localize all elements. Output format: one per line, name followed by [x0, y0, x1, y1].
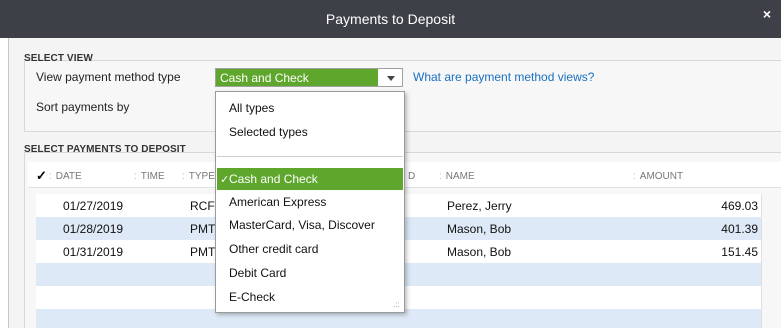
- row-amount: 469.03: [721, 199, 758, 213]
- row-date: 01/28/2019: [63, 222, 124, 236]
- dropdown-item-debit-card[interactable]: Debit Card: [217, 262, 403, 284]
- sort-payments-label: Sort payments by: [36, 100, 130, 114]
- window-title: Payments to Deposit: [325, 11, 456, 27]
- row-amount: 401.39: [721, 222, 758, 236]
- row-type: PMT: [190, 245, 216, 259]
- column-header-date[interactable]: : DATE: [49, 171, 82, 182]
- row-amount: 151.45: [721, 245, 758, 259]
- row-name: Mason, Bob: [447, 245, 512, 259]
- row-type: PMT: [190, 222, 216, 236]
- select-view-heading: SELECT VIEW: [24, 53, 93, 64]
- column-header-time[interactable]: : TIME: [134, 171, 165, 182]
- row-date: 01/31/2019: [63, 245, 124, 259]
- payment-method-dropdown: All types Selected types ✓Cash and Check…: [215, 91, 405, 313]
- column-header-name[interactable]: : NAME: [439, 171, 475, 182]
- column-header-type-label: TYPE: [188, 171, 215, 182]
- dropdown-item-cash-and-check[interactable]: ✓Cash and Check: [217, 168, 403, 190]
- dropdown-item-all-types[interactable]: All types: [217, 97, 403, 119]
- payment-method-value[interactable]: Cash and Check: [216, 69, 378, 86]
- column-separator: :: [134, 171, 137, 182]
- column-separator: :: [633, 171, 636, 182]
- column-header-time-label: TIME: [140, 171, 165, 182]
- row-date: 01/27/2019: [63, 199, 124, 213]
- check-icon: ✓: [220, 174, 230, 186]
- title-bar: Payments to Deposit ×: [0, 0, 781, 38]
- row-name: Mason, Bob: [447, 222, 512, 236]
- column-separator: :: [182, 171, 185, 182]
- dropdown-item-mastercard-visa-discover[interactable]: MasterCard, Visa, Discover: [217, 214, 403, 236]
- column-header-date-label: DATE: [55, 171, 82, 182]
- row-name: Perez, Jerry: [447, 199, 512, 213]
- select-all-check-icon[interactable]: ✓: [36, 168, 47, 184]
- dropdown-item-american-express[interactable]: American Express: [217, 191, 403, 213]
- column-header-type[interactable]: : TYPE: [182, 171, 215, 182]
- payment-method-combo[interactable]: Cash and Check: [215, 68, 403, 87]
- column-header-d[interactable]: D: [408, 171, 415, 182]
- payment-method-help-link[interactable]: What are payment method views?: [413, 70, 594, 84]
- select-payments-heading: SELECT PAYMENTS TO DEPOSIT: [24, 144, 186, 155]
- column-header-name-label: NAME: [445, 171, 475, 182]
- grid-right-edge: [761, 194, 781, 328]
- column-header-amount-label: AMOUNT: [639, 171, 684, 182]
- resize-grip-icon[interactable]: .::: [393, 301, 401, 309]
- column-separator: :: [49, 171, 52, 182]
- dropdown-divider: [217, 156, 403, 157]
- row-type: RCF: [190, 199, 215, 213]
- dropdown-item-other-credit-card[interactable]: Other credit card: [217, 238, 403, 260]
- dropdown-item-label: Cash and Check: [229, 172, 318, 186]
- dropdown-item-selected-types[interactable]: Selected types: [217, 121, 403, 143]
- column-header-amount[interactable]: : AMOUNT: [633, 171, 683, 182]
- dropdown-item-e-check[interactable]: E-Check: [217, 286, 403, 308]
- column-separator: :: [439, 171, 442, 182]
- chevron-down-icon[interactable]: [380, 69, 402, 86]
- payment-method-label: View payment method type: [36, 70, 181, 84]
- close-icon[interactable]: ×: [759, 6, 775, 22]
